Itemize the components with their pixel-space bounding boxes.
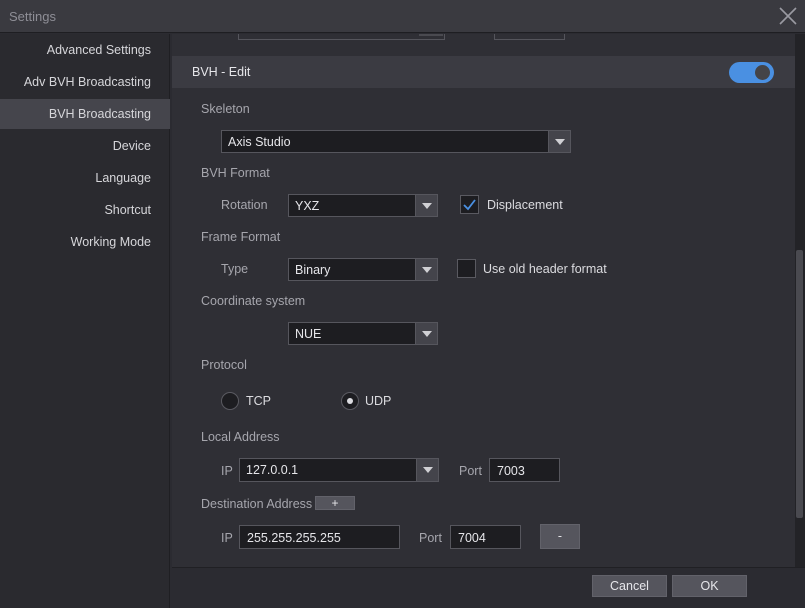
local-ip-value: 127.0.0.1 — [246, 463, 299, 477]
bvh-format-label: BVH Format — [201, 166, 270, 180]
checkmark-icon — [463, 199, 476, 211]
chevron-down-icon — [415, 323, 437, 344]
rotation-label: Rotation — [221, 198, 268, 212]
destination-port-input[interactable]: 7004 — [450, 525, 521, 549]
coordinate-system-label: Coordinate system — [201, 294, 306, 308]
previous-field-stub — [238, 34, 445, 40]
radio-selected-dot — [347, 398, 353, 404]
type-label: Type — [221, 262, 249, 276]
sidebar-item-bvh-broadcasting[interactable]: BVH Broadcasting — [0, 99, 170, 129]
settings-content: BVH - Edit Skeleton Axis Studio BVH Form… — [172, 34, 795, 567]
dialog-footer: Cancel OK — [172, 567, 805, 608]
old-header-label: Use old header format — [483, 262, 607, 276]
old-header-checkbox[interactable] — [457, 259, 476, 278]
section-header: BVH - Edit — [172, 56, 795, 88]
protocol-label: Protocol — [201, 358, 247, 372]
tcp-label: TCP — [246, 394, 271, 408]
chevron-down-icon — [415, 259, 437, 280]
udp-label: UDP — [365, 394, 392, 408]
chevron-down-icon — [415, 195, 437, 216]
destination-port-label: Port — [419, 531, 442, 545]
destination-ip-value: 255.255.255.255 — [247, 531, 341, 545]
scrollbar-thumb[interactable] — [796, 250, 803, 518]
destination-ip-input[interactable]: 255.255.255.255 — [239, 525, 400, 549]
tcp-radio[interactable] — [221, 392, 239, 410]
close-icon[interactable] — [777, 5, 799, 27]
rotation-dropdown[interactable]: YXZ — [288, 194, 438, 217]
add-destination-button[interactable]: + — [315, 496, 355, 510]
ok-button[interactable]: OK — [672, 575, 747, 597]
destination-port-value: 7004 — [458, 531, 486, 545]
skeleton-dropdown[interactable]: Axis Studio — [221, 130, 571, 153]
destination-address-label: Destination Address — [201, 497, 313, 511]
sidebar-item-advanced-settings[interactable]: Advanced Settings — [0, 35, 170, 65]
displacement-checkbox[interactable] — [460, 195, 479, 214]
previous-field-arrow — [419, 34, 443, 36]
skeleton-label: Skeleton — [201, 102, 250, 116]
sidebar-item-device[interactable]: Device — [0, 131, 170, 161]
local-ip-dropdown[interactable]: 127.0.0.1 — [239, 458, 439, 482]
type-value: Binary — [295, 263, 331, 277]
window-title: Settings — [9, 9, 56, 24]
frame-format-label: Frame Format — [201, 230, 281, 244]
sidebar: Advanced Settings Adv BVH Broadcasting B… — [0, 34, 170, 608]
chevron-down-icon — [416, 459, 438, 481]
coordinate-system-value: NUE — [295, 327, 322, 341]
local-ip-label: IP — [221, 464, 233, 478]
remove-destination-button[interactable]: - — [540, 524, 580, 549]
sidebar-item-adv-bvh-broadcasting[interactable]: Adv BVH Broadcasting — [0, 67, 170, 97]
local-port-value: 7003 — [497, 464, 525, 478]
skeleton-value: Axis Studio — [228, 135, 291, 149]
destination-ip-label: IP — [221, 531, 233, 545]
title-bar: Settings — [0, 0, 805, 33]
type-dropdown[interactable]: Binary — [288, 258, 438, 281]
section-title: BVH - Edit — [192, 65, 251, 79]
local-port-label: Port — [459, 464, 482, 478]
vertical-scrollbar[interactable] — [795, 34, 805, 567]
cancel-button[interactable]: Cancel — [592, 575, 667, 597]
chevron-down-icon — [548, 131, 570, 152]
toggle-knob — [755, 65, 770, 80]
sidebar-item-language[interactable]: Language — [0, 163, 170, 193]
udp-radio[interactable] — [341, 392, 359, 410]
previous-field-stub-2 — [494, 34, 565, 40]
rotation-value: YXZ — [295, 199, 320, 213]
sidebar-item-working-mode[interactable]: Working Mode — [0, 227, 170, 257]
sidebar-item-shortcut[interactable]: Shortcut — [0, 195, 170, 225]
displacement-label: Displacement — [487, 198, 563, 212]
local-port-input[interactable]: 7003 — [489, 458, 560, 482]
local-address-label: Local Address — [201, 430, 280, 444]
coordinate-system-dropdown[interactable]: NUE — [288, 322, 438, 345]
section-enable-toggle[interactable] — [729, 62, 774, 83]
